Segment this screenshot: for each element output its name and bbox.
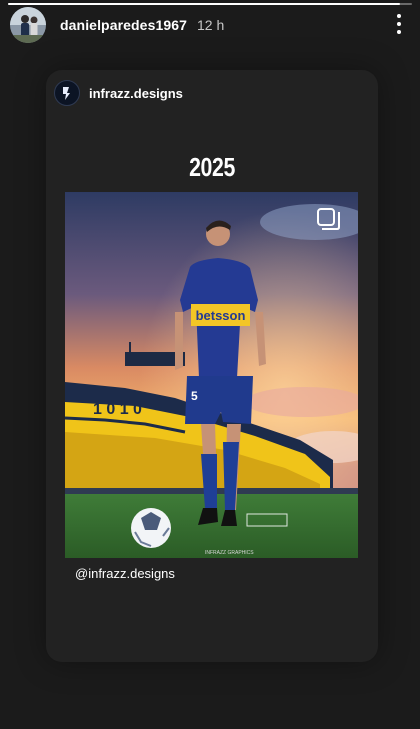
- story-header: danielparedes1967 12 h: [10, 7, 412, 43]
- more-vertical-icon[interactable]: [392, 12, 406, 36]
- post-heading: 2025: [189, 152, 235, 182]
- svg-text:1 0 1 0: 1 0 1 0: [93, 401, 142, 418]
- infrazz-logo-icon: [63, 87, 70, 100]
- player-artwork: 1 0 1 0 betsson 5 INFRAZZ GRAPHICS: [65, 192, 358, 558]
- avatar-photo: [10, 7, 46, 43]
- post-username[interactable]: infrazz.designs: [89, 86, 183, 101]
- post-image[interactable]: 1 0 1 0 betsson 5 INFRAZZ GRAPHICS: [65, 192, 358, 558]
- post-header: infrazz.designs: [54, 80, 183, 106]
- story-avatar[interactable]: [10, 7, 46, 43]
- story-progress-fill: [8, 3, 400, 5]
- story-username[interactable]: danielparedes1967: [60, 17, 187, 33]
- post-avatar[interactable]: [54, 80, 80, 106]
- svg-text:5: 5: [191, 389, 198, 403]
- soccer-ball: [131, 508, 171, 548]
- story-timestamp: 12 h: [197, 17, 225, 33]
- svg-text:betsson: betsson: [196, 308, 246, 323]
- shared-post-card[interactable]: infrazz.designs 2025 1 0 1 0 betsson 5 I…: [46, 70, 378, 662]
- svg-text:INFRAZZ GRAPHICS: INFRAZZ GRAPHICS: [205, 550, 254, 556]
- post-mention[interactable]: @infrazz.designs: [75, 566, 175, 581]
- story-progress-bar: [8, 3, 412, 5]
